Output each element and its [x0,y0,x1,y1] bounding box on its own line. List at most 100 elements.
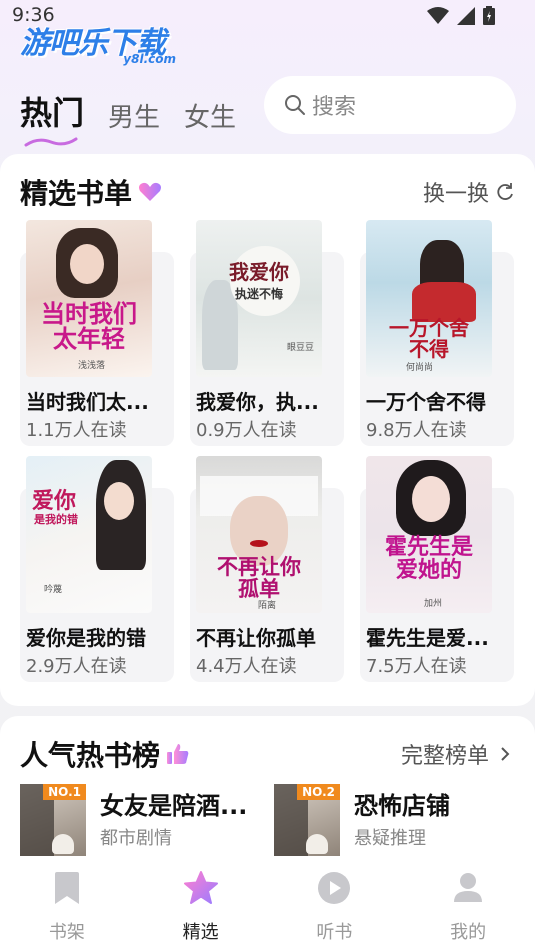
tab-male-label: 男生 [108,103,161,133]
featured-title: 精选书单 [20,172,162,212]
battery-icon [483,6,495,25]
ranking-cover: NO.1 [20,784,86,856]
book-cover: 爱你 是我的错 吟蔑 [26,456,152,613]
ranking-list: NO.1 女友是陪酒... 都市剧情 NO.2 恐怖店铺 悬疑推理 [20,784,520,856]
book-card[interactable]: 霍先生是爱她的 加州 霍先生是爱... 7.5万人在读 [360,456,514,682]
book-cover: 霍先生是爱她的 加州 [366,456,492,613]
book-cover: 当时我们太年轻 浅浅落 [26,220,152,377]
book-title: 我爱你，执... [196,390,319,414]
cover-title: 不再让你孤单 [217,555,301,602]
signal-icon [457,6,475,25]
book-reads: 0.9万人在读 [196,420,297,441]
nav-profile[interactable]: 我的 [401,856,535,951]
ranking-book-genre: 悬疑推理 [354,828,426,849]
cover-vase [306,834,328,854]
refresh-button[interactable]: 换一换 [423,176,515,208]
nav-bookshelf-label: 书架 [48,922,85,943]
cover-face [104,482,134,520]
book-card[interactable]: 不再让你孤单 陌离 不再让你孤单 4.4万人在读 [190,456,344,682]
tab-hot[interactable]: 热门 [20,88,85,147]
search-bar[interactable]: 搜索 [264,76,516,134]
cover-face [412,476,450,522]
featured-header: 精选书单 换一换 [20,172,515,212]
tab-underline-icon [24,137,78,147]
ranking-book-title: 恐怖店铺 [354,792,450,820]
search-placeholder: 搜索 [312,95,357,120]
book-card[interactable]: 当时我们太年轻 浅浅落 当时我们太... 1.1万人在读 [20,220,174,446]
nav-audiobook-label: 听书 [316,922,353,943]
ranking-title: 人气热书榜 [20,734,190,774]
system-icons [427,6,495,25]
book-card[interactable]: 一万个舍不得 何尚尚 一万个舍不得 9.8万人在读 [360,220,514,446]
cover-author: 眼豆豆 [286,343,314,353]
bottom-nav: 书架 精选 听书 我的 [0,856,535,951]
category-tabs: 热门 男生 女生 [20,84,236,147]
book-cover: 我爱你 执迷不悔 眼豆豆 [196,220,322,377]
nav-bookshelf[interactable]: 书架 [0,856,134,951]
book-cover: 不再让你孤单 陌离 [196,456,322,613]
cover-vase [52,834,74,854]
book-title: 霍先生是爱... [366,626,489,650]
cover-author: 吟蔑 [44,585,63,595]
tab-hot-label: 热门 [20,94,85,132]
cover-face [70,244,104,284]
cover-title: 霍先生是爱她的 [384,535,473,584]
app-logo: 游吧乐下载 y8l.com [20,18,186,66]
book-reads: 9.8万人在读 [366,420,467,441]
cover-subtitle: 是我的错 [34,513,78,526]
ranking-cover: NO.2 [274,784,340,856]
book-reads: 4.4万人在读 [196,656,297,677]
cover-author: 陌离 [258,601,277,611]
book-grid: 当时我们太年轻 浅浅落 当时我们太... 1.1万人在读 我爱你 执迷不悔 眼豆… [20,220,520,682]
ranking-book-genre: 都市剧情 [100,828,172,849]
ranking-title-text: 人气热书榜 [20,739,161,772]
cover-author: 加州 [424,599,443,609]
book-title: 爱你是我的错 [26,626,146,650]
nav-featured-label: 精选 [182,922,219,943]
book-title: 不再让你孤单 [196,626,316,650]
nav-featured[interactable]: 精选 [134,856,268,951]
ranking-item[interactable]: NO.1 女友是陪酒... 都市剧情 [20,784,260,856]
ranking-section: 人气热书榜 完整榜单 NO.1 女友是陪酒... 都市剧情 NO.2 恐怖店铺 … [0,716,535,876]
heart-icon [139,182,162,201]
tab-female-label: 女生 [184,103,237,133]
chevron-right-icon [501,747,510,761]
book-reads: 7.5万人在读 [366,656,467,677]
tab-female[interactable]: 女生 [184,97,236,134]
cover-subtitle: 执迷不悔 [234,287,283,301]
ranking-header: 人气热书榜 完整榜单 [20,734,515,774]
ranking-book-title: 女友是陪酒... [100,792,248,820]
user-icon [454,873,483,902]
cover-title: 爱你 [32,489,77,514]
cover-author: 浅浅落 [78,361,106,371]
rank-badge: NO.1 [43,784,86,800]
thumbs-up-icon [167,744,189,764]
search-icon [285,95,305,115]
star-icon [183,871,218,904]
bookmark-icon [54,872,79,904]
featured-section: 精选书单 换一换 当时我们太年轻 浅浅落 当时我们太... 1.1万人在读 我爱… [0,154,535,706]
book-reads: 1.1万人在读 [26,420,127,441]
tab-male[interactable]: 男生 [108,97,160,134]
ranking-item[interactable]: NO.2 恐怖店铺 悬疑推理 [274,784,514,856]
full-ranking-button[interactable]: 完整榜单 [401,738,515,770]
book-reads: 2.9万人在读 [26,656,127,677]
nav-profile-label: 我的 [450,922,487,943]
refresh-label: 换一换 [422,182,489,207]
nav-audiobook[interactable]: 听书 [268,856,402,951]
book-title: 当时我们太... [26,390,149,414]
wifi-icon [427,6,449,24]
cover-title: 当时我们太年轻 [41,300,137,354]
refresh-icon [497,183,513,200]
cover-title: 一万个舍不得 [389,316,469,361]
book-cover: 一万个舍不得 何尚尚 [366,220,492,377]
book-card[interactable]: 爱你 是我的错 吟蔑 爱你是我的错 2.9万人在读 [20,456,174,682]
play-icon [318,872,351,904]
featured-title-text: 精选书单 [20,177,133,210]
cover-lips [250,540,268,547]
logo-sub: y8l.com [123,52,176,66]
book-title: 一万个舍不得 [366,390,486,414]
cover-author: 何尚尚 [406,363,434,373]
cover-title: 我爱你 [229,260,289,284]
book-card[interactable]: 我爱你 执迷不悔 眼豆豆 我爱你，执... 0.9万人在读 [190,220,344,446]
